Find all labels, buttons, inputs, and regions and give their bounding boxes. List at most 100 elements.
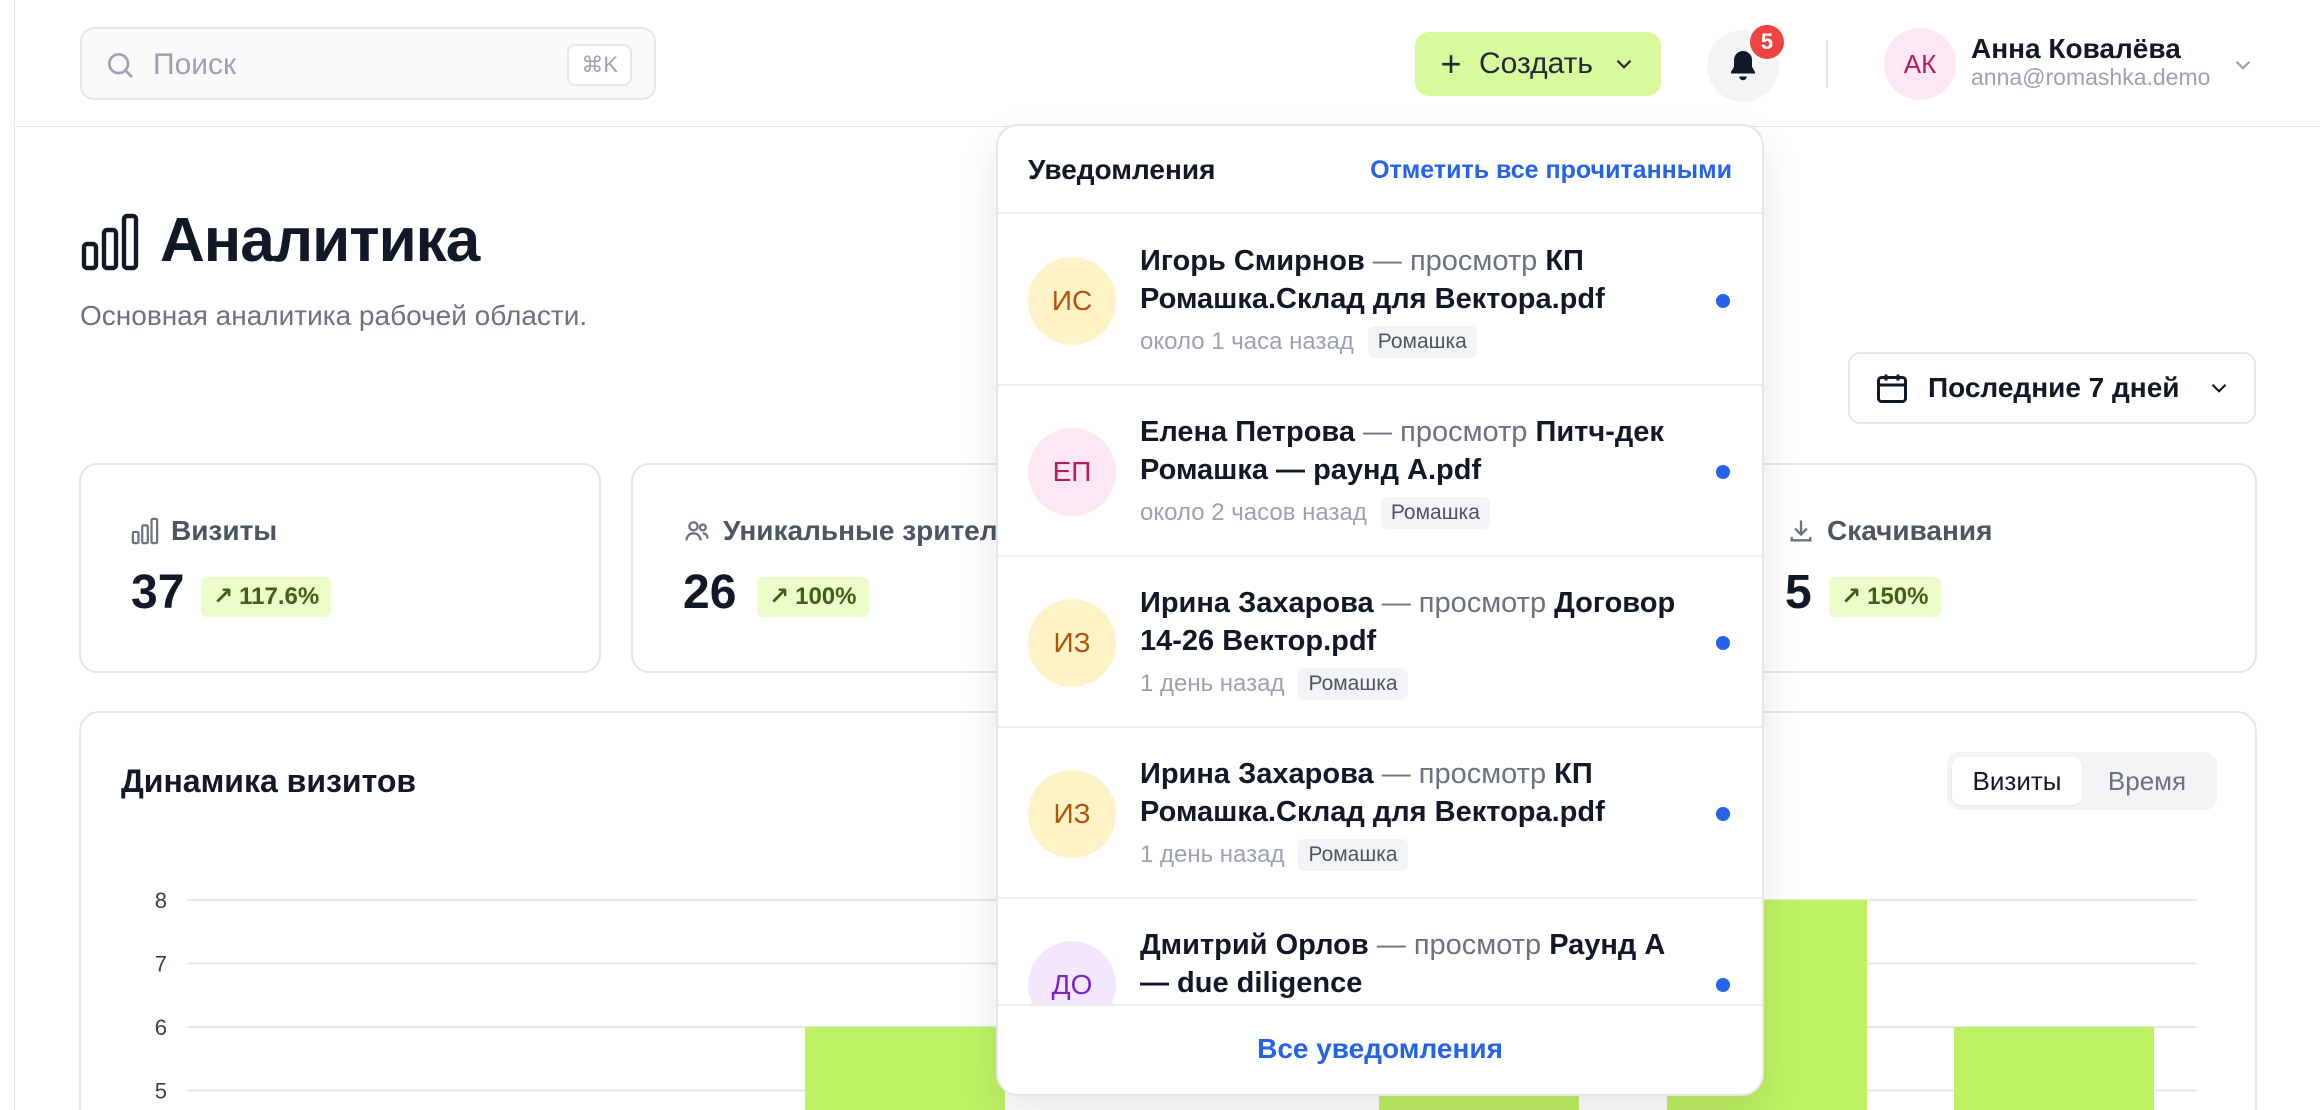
notifications-header: Уведомления Отметить все прочитанными — [998, 126, 1762, 214]
search-placeholder: Поиск — [153, 48, 237, 81]
notification-action: — просмотр — [1355, 416, 1536, 448]
notification-actor: Дмитрий Орлов — [1140, 929, 1369, 961]
stat-delta-badge: ↗ 117.6% — [201, 577, 332, 617]
notification-text: Дмитрий Орлов — просмотр Раунд A — due d… — [1140, 926, 1700, 1002]
notification-meta: около 1 часа назад Ромашка — [1140, 326, 1477, 358]
plus-icon: + — [1440, 43, 1462, 84]
stat-delta-badge: ↗ 150% — [1829, 577, 1941, 617]
stat-delta-badge: ↗ 100% — [757, 577, 869, 617]
unread-indicator — [1716, 636, 1730, 650]
header-divider — [1826, 40, 1828, 88]
notification-time: 1 день назад — [1140, 670, 1285, 697]
create-button-label: Создать — [1479, 47, 1594, 80]
arrow-up-right-icon: ↗ — [213, 583, 234, 610]
unread-indicator — [1716, 978, 1730, 992]
users-icon — [685, 521, 709, 541]
notification-workspace-tag: Ромашка — [1367, 326, 1477, 358]
chart-title: Динамика визитов — [121, 763, 417, 799]
notification-text: Ирина Захарова — просмотр Договор 14-26 … — [1140, 584, 1700, 660]
notification-item[interactable]: ДО Дмитрий Орлов — просмотр Раунд A — due… — [998, 900, 1762, 1006]
top-bar: Поиск ⌘K + Создать 5 АК Анна Ковалёва an… — [15, 0, 2320, 127]
chart-metric-toggle: Визиты Время — [1947, 752, 2217, 810]
user-menu-chevron-icon[interactable] — [2230, 52, 2256, 78]
page-subtitle: Основная аналитика рабочей области. — [80, 300, 588, 331]
notification-action: — просмотр — [1373, 587, 1555, 619]
unread-indicator — [1716, 465, 1730, 479]
stat-value: 37 — [131, 566, 185, 619]
notification-item[interactable]: ИС Игорь Смирнов — просмотр КП Ромашка.Ск… — [998, 216, 1762, 386]
notification-meta: 1 день назад Ромашка — [1140, 668, 1408, 700]
notification-avatar: ЕП — [1028, 428, 1116, 516]
user-avatar[interactable]: АК — [1884, 28, 1956, 100]
y-tick-label: 6 — [155, 1015, 167, 1040]
search-shortcut-hint: ⌘K — [567, 44, 632, 86]
notification-action: — просмотр — [1373, 758, 1555, 790]
arrow-up-right-icon: ↗ — [769, 583, 790, 610]
date-range-label: Последние 7 дней — [1928, 372, 2180, 403]
stat-card-downloads: Скачивания 5 ↗ 150% — [1733, 463, 2257, 673]
notification-meta: 1 день назад Ромашка — [1140, 839, 1408, 871]
arrow-up-right-icon: ↗ — [1841, 583, 1862, 610]
notification-workspace-tag: Ромашка — [1298, 839, 1408, 871]
notifications-footer: Все уведомления — [998, 1004, 1762, 1094]
notification-actor: Ирина Захарова — [1140, 587, 1374, 619]
notification-time: около 2 часов назад — [1140, 499, 1367, 526]
stat-label: Уникальные зрители — [723, 515, 1015, 546]
y-tick-label: 8 — [155, 888, 167, 913]
notifications-dropdown: Уведомления Отметить все прочитанными ИС… — [996, 124, 1764, 1096]
stat-card-visits: Визиты 37 ↗ 117.6% — [79, 463, 601, 673]
date-range-select[interactable]: Последние 7 дней — [1848, 352, 2256, 424]
mark-all-read-link[interactable]: Отметить все прочитанными — [1370, 156, 1732, 185]
bar-chart-icon — [131, 517, 159, 545]
notification-action: — просмотр — [1368, 929, 1550, 961]
stat-label: Скачивания — [1827, 515, 1993, 546]
notifications-list: ИС Игорь Смирнов — просмотр КП Ромашка.Ск… — [998, 216, 1762, 1006]
chevron-down-icon — [2211, 383, 2227, 393]
chevron-down-icon — [1616, 59, 1632, 69]
notification-actor: Ирина Захарова — [1140, 758, 1374, 790]
search-input[interactable]: Поиск ⌘K — [80, 27, 656, 100]
notification-workspace-tag: Ромашка — [1380, 497, 1490, 529]
y-tick-label: 5 — [155, 1079, 167, 1104]
chart-bar[interactable] — [805, 1027, 1005, 1110]
search-icon — [108, 53, 133, 78]
notification-meta: около 2 часов назад Ромашка — [1140, 497, 1490, 529]
create-button[interactable]: + Создать — [1415, 32, 1661, 96]
notification-time: 1 день назад — [1140, 841, 1285, 868]
all-notifications-link[interactable]: Все уведомления — [1257, 1033, 1503, 1064]
stat-label: Визиты — [171, 515, 278, 546]
notifications-title: Уведомления — [1028, 154, 1216, 185]
download-icon — [1790, 520, 1812, 542]
calendar-icon — [1877, 374, 1907, 403]
sidebar-edge — [14, 0, 15, 1110]
chart-bar[interactable] — [1954, 1027, 2154, 1110]
unread-indicator — [1716, 807, 1730, 821]
unread-indicator — [1716, 294, 1730, 308]
notification-actor: Елена Петрова — [1140, 416, 1356, 448]
notification-item[interactable]: ИЗ Ирина Захарова — просмотр Договор 14-2… — [998, 558, 1762, 728]
notification-item[interactable]: ЕП Елена Петрова — просмотр Питч-дек Рома… — [998, 387, 1762, 557]
notification-avatar: ДО — [1028, 941, 1116, 1006]
notification-avatar: ИЗ — [1028, 770, 1116, 858]
toggle-time[interactable]: Время — [2082, 757, 2212, 805]
toggle-visits[interactable]: Визиты — [1952, 757, 2082, 805]
notification-time: около 1 часа назад — [1140, 328, 1354, 355]
stat-value: 5 — [1785, 566, 1812, 619]
y-tick-label: 7 — [155, 952, 167, 977]
notification-actor: Игорь Смирнов — [1140, 245, 1365, 277]
stat-value: 26 — [683, 566, 737, 619]
bar-chart-icon — [81, 213, 139, 271]
notification-action: — просмотр — [1364, 245, 1546, 277]
page-title: Аналитика — [160, 206, 480, 275]
notification-avatar: ИС — [1028, 257, 1116, 345]
notification-avatar: ИЗ — [1028, 599, 1116, 687]
user-email: anna@romashka.demo — [1971, 64, 2211, 90]
notification-text: Елена Петрова — просмотр Питч-дек Ромашк… — [1140, 413, 1700, 489]
notification-text: Игорь Смирнов — просмотр КП Ромашка.Скла… — [1140, 242, 1700, 318]
notification-item[interactable]: ИЗ Ирина Захарова — просмотр КП Ромашка.С… — [998, 729, 1762, 899]
notification-workspace-tag: Ромашка — [1298, 668, 1408, 700]
notification-count-badge: 5 — [1747, 22, 1787, 62]
user-name[interactable]: Анна Ковалёва — [1971, 33, 2181, 65]
notifications-button[interactable]: 5 — [1707, 22, 1787, 102]
notification-text: Ирина Захарова — просмотр КП Ромашка.Скл… — [1140, 755, 1700, 831]
